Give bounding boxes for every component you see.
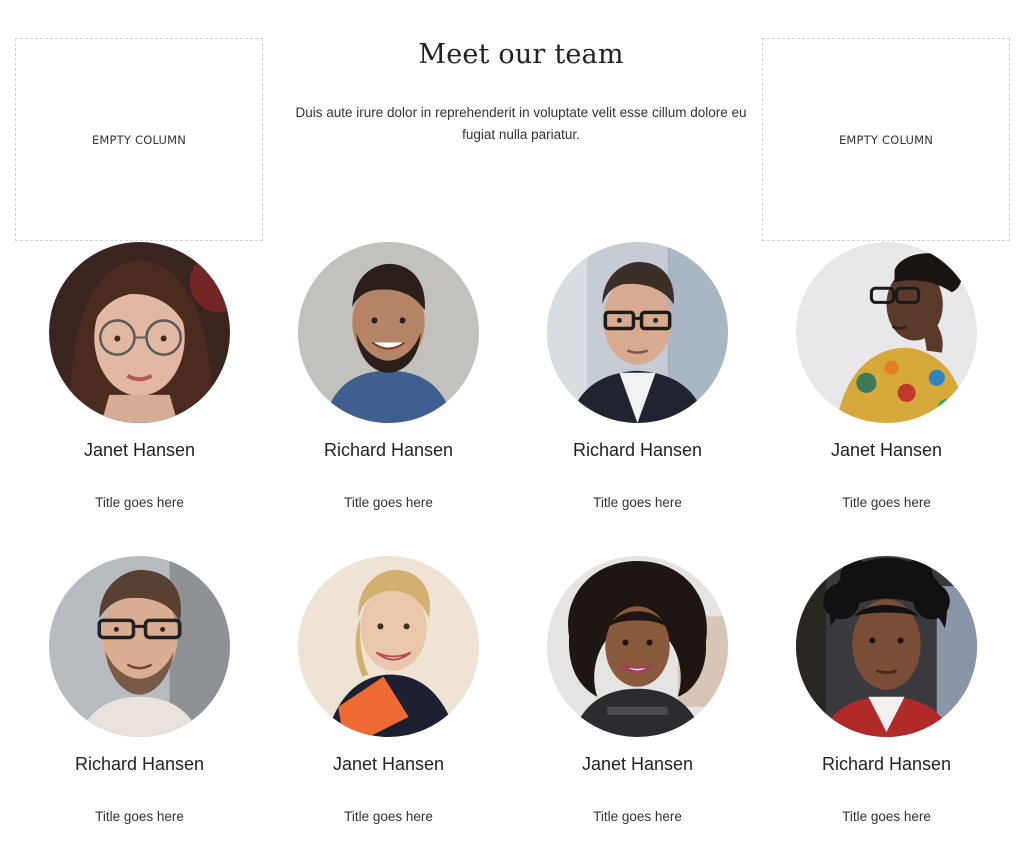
portrait-photo bbox=[49, 556, 230, 737]
member-name: Richard Hansen bbox=[572, 440, 703, 460]
team-member: Richard Hansen Title goes here bbox=[513, 242, 762, 512]
team-member: Janet Hansen Title goes here bbox=[264, 556, 513, 826]
empty-column-right: EMPTY COLUMN bbox=[762, 38, 1010, 241]
member-name: Richard Hansen bbox=[821, 754, 952, 774]
member-name: Janet Hansen bbox=[830, 440, 943, 460]
team-member: Richard Hansen Title goes here bbox=[15, 556, 264, 826]
portrait-photo bbox=[796, 242, 977, 423]
avatar bbox=[796, 242, 977, 423]
member-title: Title goes here bbox=[593, 809, 682, 824]
avatar bbox=[796, 556, 977, 737]
portrait-photo bbox=[796, 556, 977, 737]
page-title: Meet our team bbox=[418, 39, 624, 70]
intro-row: EMPTY COLUMN Meet our team Duis aute iru… bbox=[15, 38, 1011, 242]
member-title: Title goes here bbox=[344, 809, 433, 824]
avatar bbox=[49, 556, 230, 737]
member-title: Title goes here bbox=[95, 809, 184, 824]
avatar bbox=[298, 242, 479, 423]
member-title: Title goes here bbox=[95, 495, 184, 510]
team-member: Janet Hansen Title goes here bbox=[513, 556, 762, 826]
intro-description: Duis aute irure dolor in reprehenderit i… bbox=[295, 105, 747, 142]
member-title: Title goes here bbox=[593, 495, 682, 510]
intro-section: Meet our team Duis aute irure dolor in r… bbox=[280, 38, 762, 146]
avatar bbox=[298, 556, 479, 737]
portrait-photo bbox=[298, 242, 479, 423]
member-name: Janet Hansen bbox=[581, 754, 694, 774]
member-name: Janet Hansen bbox=[83, 440, 196, 460]
team-member: Richard Hansen Title goes here bbox=[264, 242, 513, 512]
member-name: Janet Hansen bbox=[332, 754, 445, 774]
member-name: Richard Hansen bbox=[74, 754, 205, 774]
portrait-photo bbox=[547, 556, 728, 737]
member-title: Title goes here bbox=[842, 495, 931, 510]
member-title: Title goes here bbox=[842, 809, 931, 824]
team-member: Janet Hansen Title goes here bbox=[15, 242, 264, 512]
team-member: Richard Hansen Title goes here bbox=[762, 556, 1011, 826]
portrait-photo bbox=[49, 242, 230, 423]
avatar bbox=[547, 556, 728, 737]
member-title: Title goes here bbox=[344, 495, 433, 510]
team-member: Janet Hansen Title goes here bbox=[762, 242, 1011, 512]
avatar bbox=[547, 242, 728, 423]
avatar bbox=[49, 242, 230, 423]
portrait-photo bbox=[547, 242, 728, 423]
portrait-photo bbox=[298, 556, 479, 737]
empty-column-left: EMPTY COLUMN bbox=[15, 38, 263, 241]
member-name: Richard Hansen bbox=[323, 440, 454, 460]
